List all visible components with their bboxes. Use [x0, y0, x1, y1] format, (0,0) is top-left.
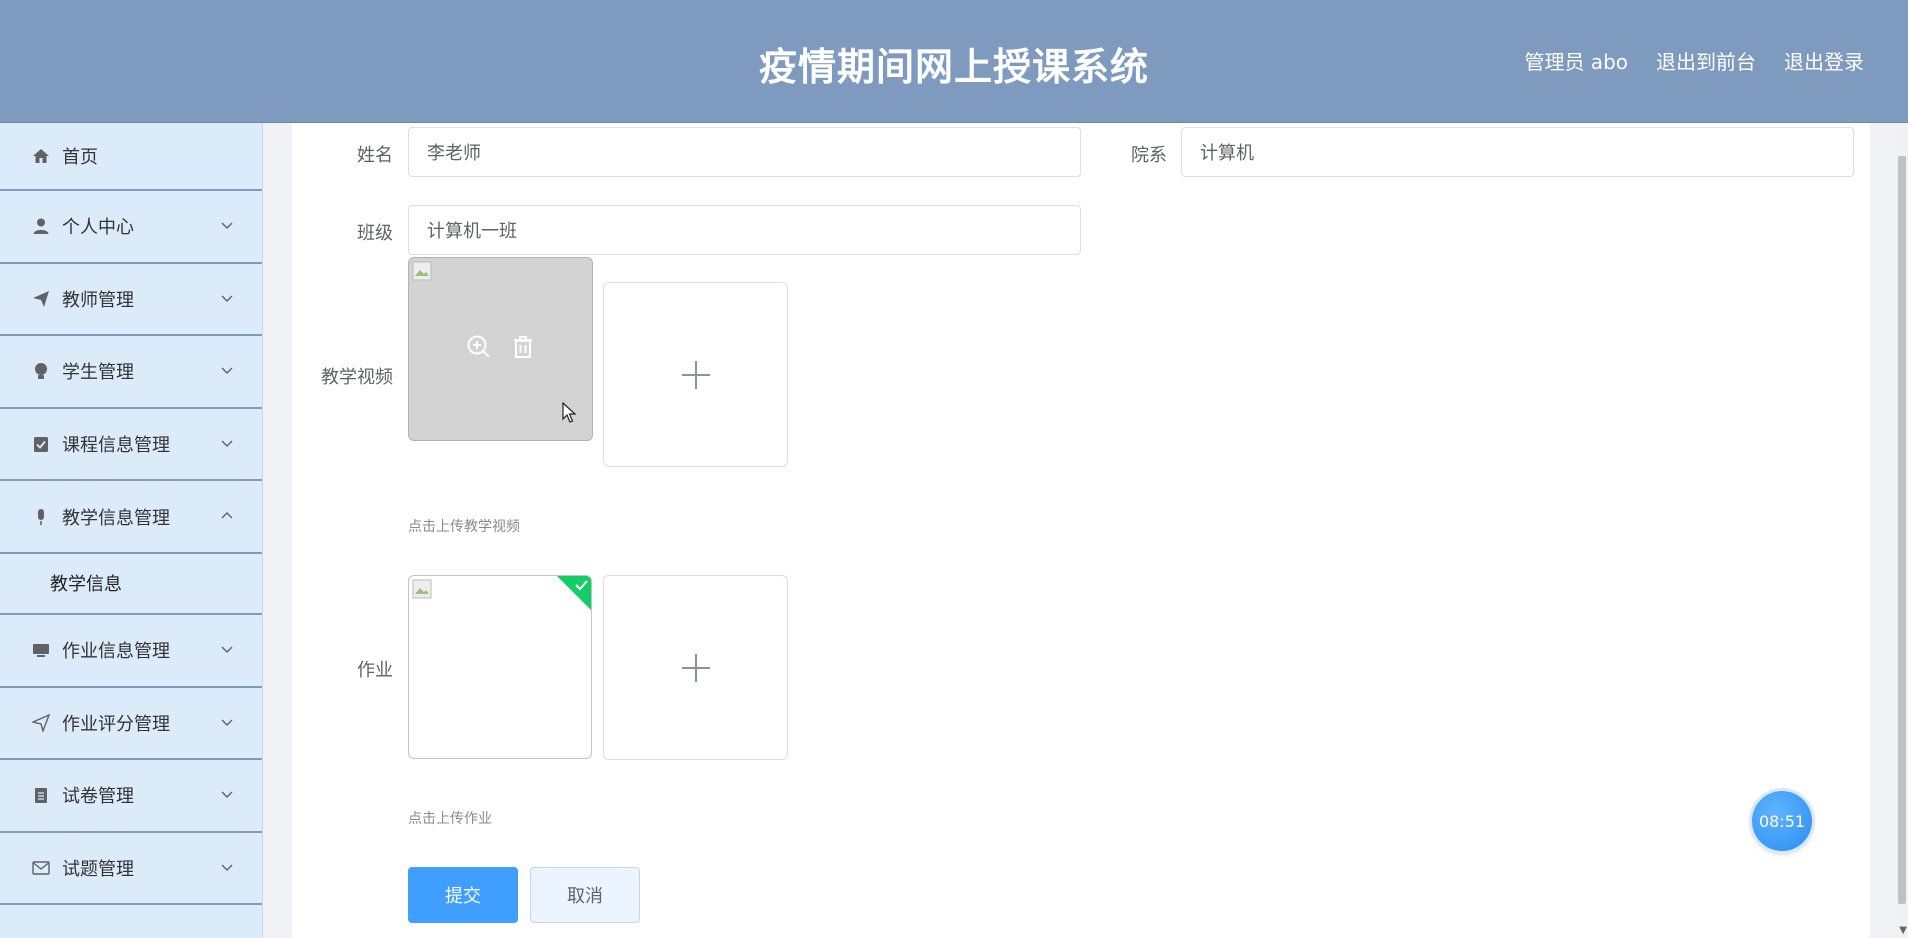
- sidebar-item-student-management[interactable]: 学生管理: [0, 336, 262, 409]
- class-input[interactable]: 计算机一班: [408, 205, 1081, 255]
- delete-icon[interactable]: [510, 334, 536, 360]
- sidebar-item-label: 试题管理: [62, 859, 134, 881]
- upload-success-icon: [557, 576, 591, 610]
- chevron-down-icon: [221, 440, 233, 448]
- sidebar-item-label: 作业信息管理: [62, 641, 170, 663]
- plus-icon: [681, 653, 710, 682]
- clock-widget[interactable]: 08:51: [1752, 791, 1812, 851]
- homework-label: 作业: [357, 660, 393, 681]
- home-icon: [30, 145, 52, 167]
- thumbnail-actions: [409, 334, 592, 360]
- scroll-down-arrow-icon[interactable]: ▼: [1899, 925, 1907, 936]
- sidebar-item-course-management[interactable]: 课程信息管理: [0, 409, 262, 482]
- sidebar-item-label: 个人中心: [62, 217, 134, 239]
- department-input[interactable]: 计算机: [1181, 127, 1854, 177]
- sidebar-item-label: 教师管理: [62, 289, 134, 311]
- user-icon: [30, 215, 52, 237]
- chevron-down-icon: [221, 222, 233, 230]
- department-label: 院系: [1131, 145, 1167, 166]
- chevron-down-icon: [221, 864, 233, 872]
- sidebar-item-label: 学生管理: [62, 362, 134, 384]
- name-label: 姓名: [357, 145, 393, 166]
- top-header: 疫情期间网上授课系统 管理员 abo 退出到前台 退出登录: [0, 0, 1908, 123]
- sidebar-item-label: 首页: [62, 147, 98, 168]
- header-links: 管理员 abo 退出到前台 退出登录: [1524, 46, 1864, 75]
- sidebar-item-teacher-management[interactable]: 教师管理: [0, 264, 262, 337]
- microphone-icon: [30, 506, 52, 528]
- broken-image-icon: [412, 261, 432, 281]
- admin-user-link[interactable]: 管理员 abo: [1524, 46, 1628, 75]
- sidebar-item-teaching-info-management[interactable]: 教学信息管理: [0, 481, 262, 554]
- monitor-icon: [30, 639, 52, 661]
- homework-thumbnail[interactable]: [408, 575, 592, 759]
- video-upload-hint: 点击上传教学视频: [408, 519, 520, 535]
- broken-image-icon: [412, 579, 432, 599]
- document-icon: [30, 784, 52, 806]
- chevron-down-icon: [221, 367, 233, 375]
- homework-upload-button[interactable]: [603, 575, 788, 760]
- sidebar-item-label: 教学信息管理: [62, 507, 170, 529]
- cancel-button[interactable]: 取消: [530, 867, 640, 923]
- sidebar-item-home[interactable]: 首页: [0, 123, 262, 191]
- sidebar-item-question-management[interactable]: 试题管理: [0, 833, 262, 906]
- chevron-down-icon: [221, 295, 233, 302]
- exit-to-frontend-link[interactable]: 退出到前台: [1656, 46, 1756, 75]
- zoom-in-icon[interactable]: [466, 334, 492, 360]
- plus-icon: [681, 360, 710, 389]
- video-label: 教学视频: [321, 367, 393, 388]
- sidebar-item-homework-grading-management[interactable]: 作业评分管理: [0, 688, 262, 761]
- sidebar-item-label: 试卷管理: [62, 786, 134, 808]
- video-upload-button[interactable]: [603, 282, 788, 467]
- chevron-up-icon: [221, 511, 233, 519]
- chevron-down-icon: [221, 719, 233, 726]
- clipboard-check-icon: [30, 433, 52, 455]
- chevron-down-icon: [221, 791, 233, 799]
- sidebar-item-label: 作业评分管理: [62, 713, 170, 735]
- sidebar-subitem-teaching-info[interactable]: 教学信息: [0, 553, 262, 615]
- vertical-scrollbar[interactable]: ▼: [1896, 123, 1908, 938]
- bulb-icon: [30, 360, 52, 382]
- sidebar-item-homework-info-management[interactable]: 作业信息管理: [0, 615, 262, 688]
- scrollbar-thumb[interactable]: [1898, 156, 1906, 904]
- paper-plane-icon: [30, 712, 52, 734]
- send-icon: [30, 288, 52, 310]
- mouse-cursor-icon: [562, 402, 577, 423]
- class-label: 班级: [357, 223, 393, 244]
- sidebar-menu: 首页 个人中心 教师管理 学生管理 课程信息管理 教学信息管理 教学信息 作业信…: [0, 123, 263, 938]
- logout-link[interactable]: 退出登录: [1784, 46, 1864, 75]
- sidebar-item-label: 课程信息管理: [62, 435, 170, 457]
- sidebar-item-personal-center[interactable]: 个人中心: [0, 191, 262, 264]
- sidebar-item-exam-paper-management[interactable]: 试卷管理: [0, 760, 262, 833]
- submit-button[interactable]: 提交: [408, 867, 518, 923]
- chevron-down-icon: [221, 646, 233, 654]
- name-input[interactable]: 李老师: [408, 127, 1081, 177]
- homework-upload-hint: 点击上传作业: [408, 811, 492, 827]
- mail-icon: [30, 857, 52, 879]
